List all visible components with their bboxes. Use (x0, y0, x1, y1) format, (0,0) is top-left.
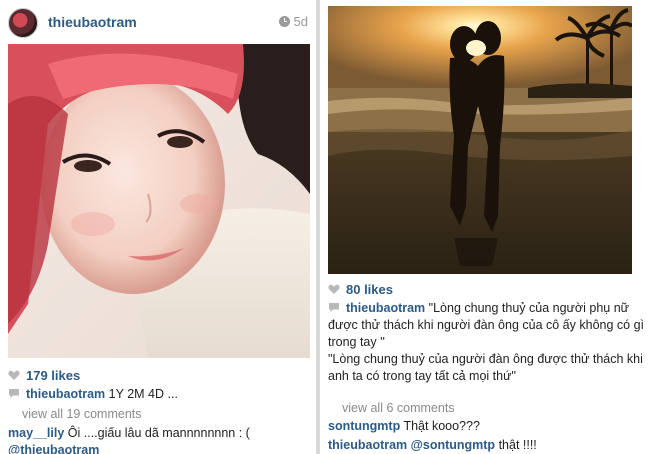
comment-username[interactable]: sontungmtp (328, 419, 400, 433)
post-photo[interactable] (328, 6, 632, 274)
heart-icon (8, 370, 20, 380)
likes-count[interactable]: 80 likes (328, 282, 393, 297)
time-label: 5d (293, 14, 308, 29)
caption-text-2: "Lòng chung thuỷ của người đàn ông được … (328, 352, 643, 383)
post-username[interactable]: thieubaotram (48, 14, 137, 30)
heart-icon (328, 284, 340, 294)
comment-item: thieubaotram @sontungmtp thật !!!! (328, 437, 656, 454)
sunset-beach-photo (328, 6, 632, 274)
clock-icon (278, 16, 290, 27)
likes-label: 80 likes (346, 282, 393, 297)
comment-text: Thật kooo??? (403, 419, 480, 433)
avatar[interactable] (8, 8, 38, 38)
comment-text: thật !!!! (498, 438, 537, 452)
comment-mention[interactable]: @thieubaotram (8, 443, 99, 454)
selfie-photo (8, 44, 310, 358)
comment-bubble-icon (9, 389, 19, 398)
view-all-comments-link[interactable]: view all 19 comments (22, 407, 142, 421)
caption: thieubaotram 1Y 2M 4D ... (8, 386, 308, 403)
left-post: thieubaotram 5d 179 likes thieubaotram 1… (0, 0, 316, 454)
caption: thieubaotram "Lòng chung thuỷ của người … (328, 300, 656, 385)
caption-username[interactable]: thieubaotram (26, 387, 105, 401)
right-post: 80 likes thieubaotram "Lòng chung thuỷ c… (320, 0, 660, 454)
caption-username[interactable]: thieubaotram (346, 301, 425, 315)
caption-text: 1Y 2M 4D ... (108, 387, 178, 401)
likes-label: 179 likes (26, 368, 81, 383)
comment-item: may__lily Ôi ....giấu lâu dã mannnnnnnn … (8, 425, 314, 454)
post-time: 5d (278, 14, 308, 29)
comment-mention[interactable]: @sontungmtp (411, 438, 495, 452)
post-header: thieubaotram 5d (0, 0, 316, 44)
comment-text: Ôi ....giấu lâu dã mannnnnnnn : ( (67, 426, 250, 440)
comment-username[interactable]: may__lily (8, 426, 64, 440)
comment-bubble-icon (329, 303, 339, 312)
view-all-comments-link[interactable]: view all 6 comments (342, 401, 455, 415)
comment-item: sontungmtp Thật kooo??? (328, 418, 656, 435)
comment-username[interactable]: thieubaotram (328, 438, 407, 452)
likes-count[interactable]: 179 likes (8, 368, 80, 383)
post-photo[interactable] (8, 44, 310, 358)
